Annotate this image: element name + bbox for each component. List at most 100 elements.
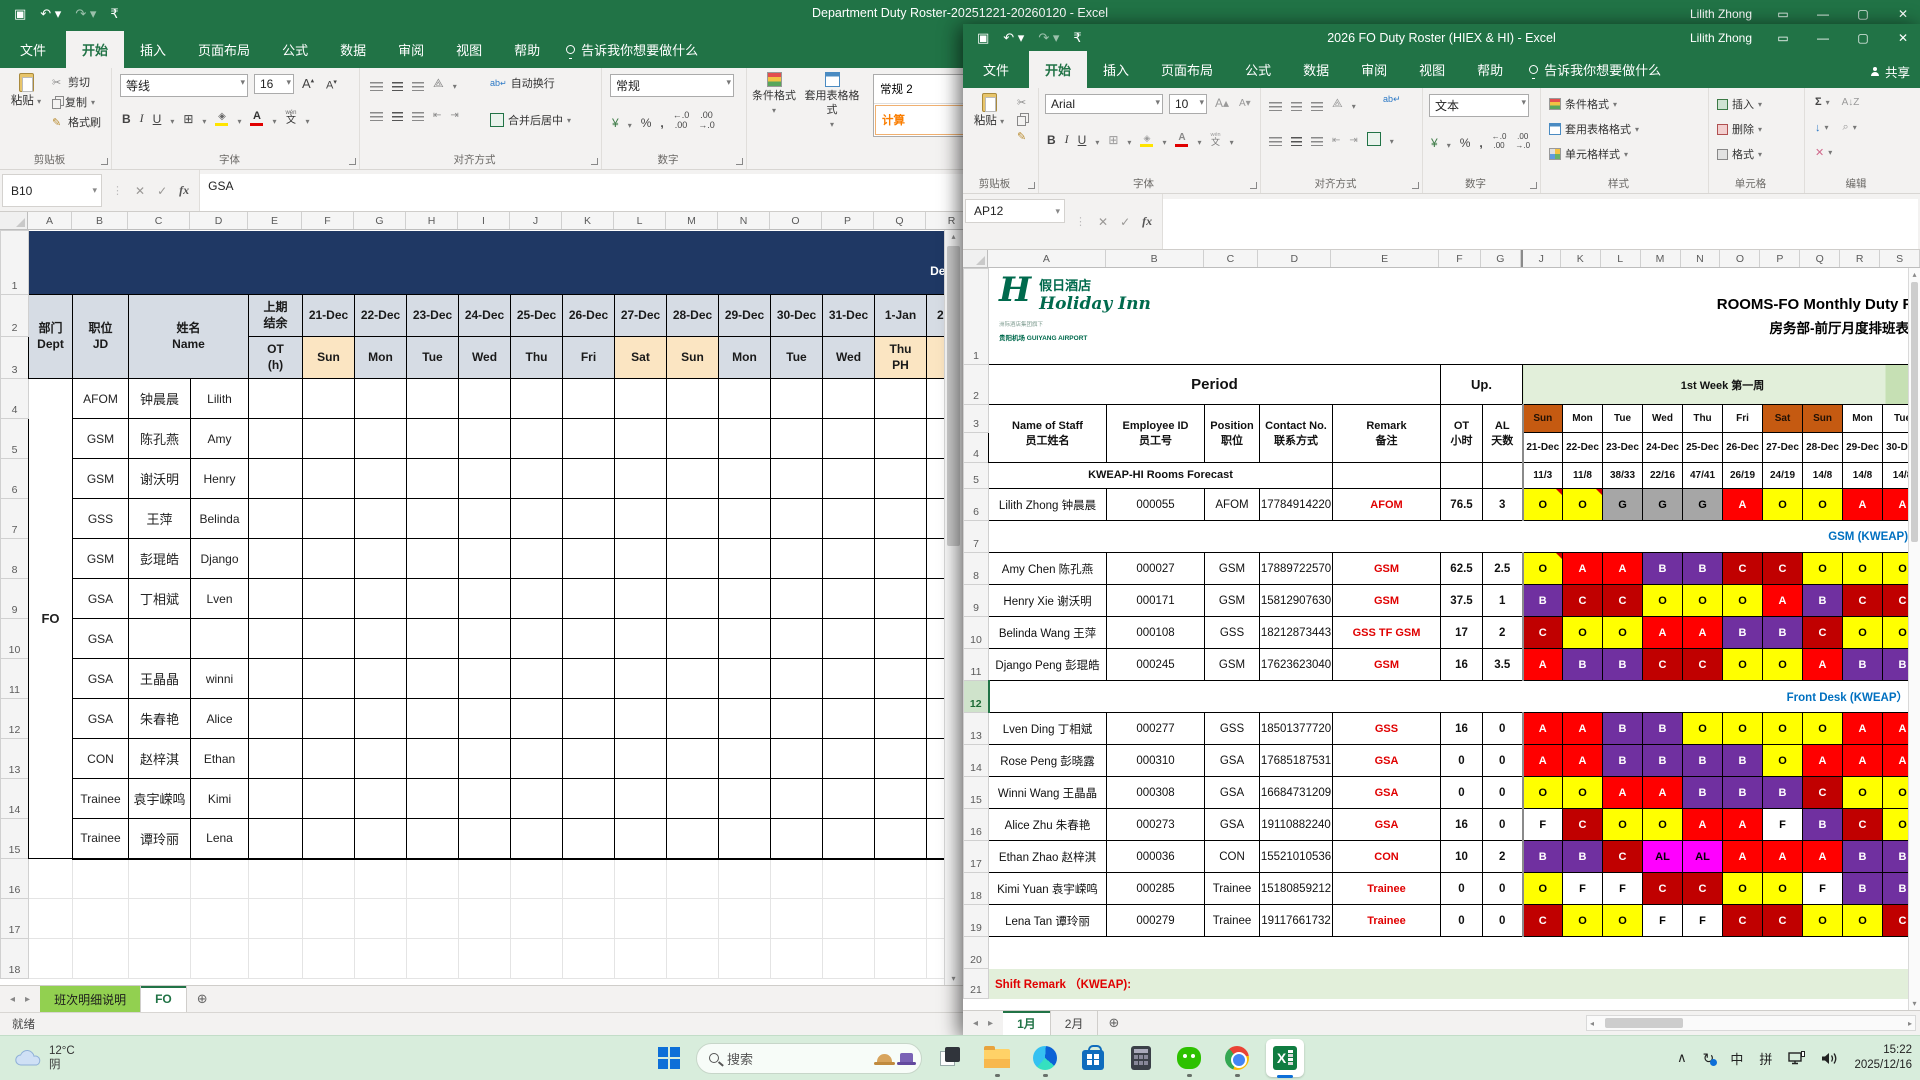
row-header-4[interactable]: 4: [964, 433, 989, 463]
shift-cell[interactable]: B: [1563, 841, 1603, 873]
align-top-icon[interactable]: [370, 82, 383, 91]
contact-cell[interactable]: 19110882240: [1260, 809, 1333, 841]
cell[interactable]: [667, 939, 719, 979]
remark-cell[interactable]: GSM: [1333, 649, 1441, 681]
row-header-6[interactable]: 6: [1, 459, 29, 499]
cell[interactable]: [875, 939, 927, 979]
al-cell[interactable]: 0: [1483, 873, 1523, 905]
cell[interactable]: [927, 859, 945, 899]
name-cn-cell[interactable]: 谭玲丽: [129, 819, 191, 859]
cell[interactable]: [303, 939, 355, 979]
column-header-J[interactable]: J: [1521, 250, 1561, 267]
name-cn-cell[interactable]: 谢沃明: [129, 459, 191, 499]
underline-button[interactable]: U: [153, 112, 162, 126]
cell[interactable]: [355, 419, 407, 459]
align-bottom-icon[interactable]: [1311, 102, 1323, 111]
header-remark[interactable]: Remark备注: [1333, 405, 1441, 463]
cell[interactable]: [615, 939, 667, 979]
jd-cell[interactable]: GSM: [73, 539, 129, 579]
shift-cell[interactable]: A: [1803, 841, 1843, 873]
cell[interactable]: [615, 819, 667, 859]
cell[interactable]: [303, 779, 355, 819]
cell[interactable]: [719, 539, 771, 579]
ot-cell[interactable]: 10: [1441, 841, 1483, 873]
row-header-8[interactable]: 8: [1, 539, 29, 579]
clock[interactable]: 15:22 2025/12/16: [1854, 1043, 1912, 1073]
name-cn-cell[interactable]: 王萍: [129, 499, 191, 539]
week-header[interactable]: 1st Week 第一周: [1523, 365, 1908, 405]
font-color-icon[interactable]: A: [250, 111, 263, 126]
row-header-14[interactable]: 14: [1, 779, 29, 819]
delete-cells-button[interactable]: 删除▾: [1715, 119, 1764, 139]
fill-color-icon[interactable]: ◈: [1140, 134, 1153, 147]
cell[interactable]: [459, 699, 511, 739]
jd-cell[interactable]: GSA: [73, 659, 129, 699]
cell[interactable]: [355, 619, 407, 659]
cell[interactable]: [667, 899, 719, 939]
name-en-cell[interactable]: winni: [191, 659, 249, 699]
cell[interactable]: [1441, 463, 1483, 489]
cell[interactable]: [771, 819, 823, 859]
name-en-cell[interactable]: Alice: [191, 699, 249, 739]
shift-cell[interactable]: O: [1643, 809, 1683, 841]
ot-cell[interactable]: 62.5: [1441, 553, 1483, 585]
shift-cell[interactable]: B: [1803, 585, 1843, 617]
column-header-G[interactable]: G: [1481, 250, 1521, 267]
clipboard-dialog-launcher[interactable]: [101, 158, 108, 165]
cell[interactable]: [719, 899, 771, 939]
cell[interactable]: [355, 939, 407, 979]
date-header[interactable]: 25-Dec: [511, 295, 563, 337]
sheet-nav-arrows[interactable]: ◂▸: [963, 1011, 1003, 1035]
name-box[interactable]: AP12: [965, 199, 1065, 223]
increase-indent-icon[interactable]: ⇥: [1349, 135, 1357, 146]
shift-cell[interactable]: AL: [1643, 841, 1683, 873]
dept-cell[interactable]: FO: [29, 379, 73, 859]
column-header-P[interactable]: P: [1760, 250, 1800, 267]
staff-name-cell[interactable]: Lilith Zhong 钟晨晨: [989, 489, 1107, 521]
wrap-text-icon[interactable]: ab↵: [1383, 94, 1401, 105]
cell[interactable]: [563, 459, 615, 499]
undo-icon[interactable]: ↶ ▾: [1003, 30, 1024, 46]
ribbon-tab-4[interactable]: 公式: [1229, 51, 1287, 88]
row-header-17[interactable]: 17: [1, 899, 29, 939]
row-header-13[interactable]: 13: [964, 713, 989, 745]
remark-cell[interactable]: GSA: [1333, 745, 1441, 777]
shift-cell[interactable]: O: [1563, 617, 1603, 649]
accounting-format-icon[interactable]: ¥: [1431, 136, 1438, 150]
shift-cell[interactable]: C: [1883, 585, 1908, 617]
cell[interactable]: [563, 779, 615, 819]
header-id[interactable]: Employee ID员工号: [1107, 405, 1205, 463]
forecast-value[interactable]: 11/3: [1523, 463, 1563, 489]
increase-font-icon[interactable]: A▴: [1215, 96, 1229, 110]
cell[interactable]: [511, 459, 563, 499]
name-cn-cell[interactable]: 彭琨皓: [129, 539, 191, 579]
row-header-13[interactable]: 13: [1, 739, 29, 779]
column-header-K[interactable]: K: [1561, 250, 1601, 267]
cell[interactable]: [355, 579, 407, 619]
date-header[interactable]: 23-Dec: [1603, 433, 1643, 463]
prev-ot-cell[interactable]: [249, 539, 303, 579]
ime-pinyin-button[interactable]: 拼: [1759, 1049, 1772, 1068]
name-cn-cell[interactable]: 朱春艳: [129, 699, 191, 739]
align-center-icon[interactable]: [392, 112, 403, 121]
percent-icon[interactable]: %: [1460, 136, 1471, 150]
shift-cell[interactable]: O: [1763, 745, 1803, 777]
cell[interactable]: [355, 539, 407, 579]
ribbon-tab-7[interactable]: 视图: [1403, 51, 1461, 88]
jd-cell[interactable]: CON: [73, 739, 129, 779]
cell[interactable]: [191, 899, 249, 939]
cell[interactable]: [823, 779, 875, 819]
forecast-value[interactable]: 24/19: [1763, 463, 1803, 489]
cell[interactable]: [303, 899, 355, 939]
shift-cell[interactable]: C: [1563, 585, 1603, 617]
task-view-button[interactable]: [928, 1038, 970, 1078]
cell[interactable]: [823, 659, 875, 699]
shift-cell[interactable]: C: [1523, 905, 1563, 937]
ribbon-options-icon[interactable]: ▭: [1774, 7, 1792, 21]
staff-name-cell[interactable]: Amy Chen 陈孔燕: [989, 553, 1107, 585]
cell[interactable]: [823, 739, 875, 779]
decrease-font-icon[interactable]: A▾: [326, 78, 337, 92]
day-name-header[interactable]: Thu: [1683, 405, 1723, 433]
shift-cell[interactable]: C: [1563, 809, 1603, 841]
cell[interactable]: [875, 619, 927, 659]
